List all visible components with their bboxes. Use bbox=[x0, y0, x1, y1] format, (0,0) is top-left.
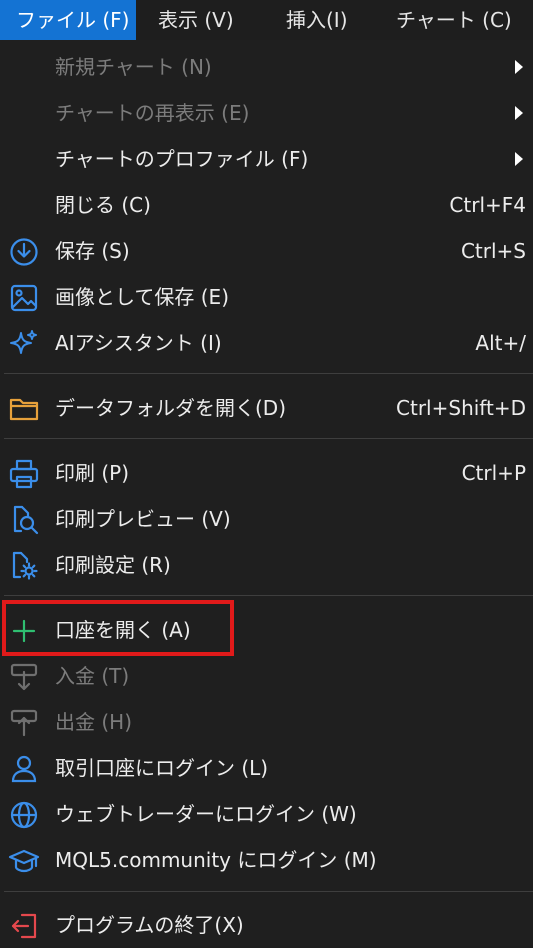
menu-item-label: プログラムの終了(X) bbox=[55, 913, 244, 937]
folder-icon bbox=[8, 393, 40, 425]
exit-icon bbox=[8, 910, 40, 942]
menu-item-login-trade-account[interactable]: 取引口座にログイン (L) bbox=[0, 745, 533, 791]
graduation-cap-icon bbox=[8, 845, 40, 877]
menu-separator bbox=[4, 891, 533, 892]
menu-item-deposit[interactable]: 入金 (T) bbox=[0, 653, 533, 699]
globe-icon bbox=[8, 799, 40, 831]
shortcut-label: Alt+/ bbox=[475, 331, 526, 355]
menu-separator bbox=[4, 595, 533, 596]
menubar-chart[interactable]: チャート (C) bbox=[380, 0, 530, 40]
menu-item-label: チャートのプロファイル (F) bbox=[55, 147, 309, 171]
file-menu-dropdown: 新規チャート (N) チャートの再表示 (E) チャートのプロファイル (F) … bbox=[0, 40, 533, 946]
shortcut-label: Ctrl+F4 bbox=[449, 193, 526, 217]
menu-item-label: 印刷プレビュー (V) bbox=[55, 507, 231, 531]
user-icon bbox=[8, 753, 40, 785]
submenu-arrow-icon bbox=[515, 152, 523, 166]
annotation-highlight-box bbox=[2, 600, 234, 656]
menu-item-close[interactable]: 閉じる (C) Ctrl+F4 bbox=[0, 182, 533, 228]
menu-item-print[interactable]: 印刷 (P) Ctrl+P bbox=[0, 450, 533, 496]
shortcut-label: Ctrl+P bbox=[461, 461, 526, 485]
save-icon bbox=[8, 236, 40, 268]
menu-item-chart-profiles[interactable]: チャートのプロファイル (F) bbox=[0, 136, 533, 182]
menu-item-label: 印刷設定 (R) bbox=[55, 553, 171, 577]
menu-item-label: 保存 (S) bbox=[55, 239, 130, 263]
withdraw-icon bbox=[8, 707, 40, 739]
printer-icon bbox=[8, 458, 40, 490]
menu-item-label: 画像として保存 (E) bbox=[55, 285, 229, 309]
menu-item-login-mql5-community[interactable]: MQL5.community にログイン (M) bbox=[0, 837, 533, 883]
menu-item-label: データフォルダを開く(D) bbox=[55, 396, 287, 420]
menu-item-ai-assistant[interactable]: AIアシスタント (I) Alt+/ bbox=[0, 320, 533, 366]
menu-item-withdraw[interactable]: 出金 (H) bbox=[0, 699, 533, 745]
menu-separator bbox=[4, 373, 533, 374]
menu-item-label: ウェブトレーダーにログイン (W) bbox=[55, 802, 357, 826]
print-preview-icon bbox=[8, 504, 40, 536]
menu-item-label: チャートの再表示 (E) bbox=[55, 101, 250, 125]
menu-item-login-web-trader[interactable]: ウェブトレーダーにログイン (W) bbox=[0, 791, 533, 837]
menu-item-open-data-folder[interactable]: データフォルダを開く(D) Ctrl+Shift+D bbox=[0, 385, 533, 431]
menu-separator bbox=[4, 438, 533, 439]
menu-item-print-preview[interactable]: 印刷プレビュー (V) bbox=[0, 496, 533, 542]
menu-bar: ファイル (F) 表示 (V) 挿入(I) チャート (C) bbox=[0, 0, 533, 40]
menu-item-label: 取引口座にログイン (L) bbox=[55, 756, 269, 780]
menu-item-new-chart[interactable]: 新規チャート (N) bbox=[0, 44, 533, 90]
menu-item-label: 出金 (H) bbox=[55, 710, 133, 734]
print-settings-icon bbox=[8, 550, 40, 582]
menubar-insert[interactable]: 挿入(I) bbox=[270, 0, 374, 40]
deposit-icon bbox=[8, 661, 40, 693]
menu-item-reopen-chart[interactable]: チャートの再表示 (E) bbox=[0, 90, 533, 136]
menu-item-label: MQL5.community にログイン (M) bbox=[55, 848, 377, 872]
submenu-arrow-icon bbox=[515, 106, 523, 120]
menu-item-save-as-image[interactable]: 画像として保存 (E) bbox=[0, 274, 533, 320]
menubar-file[interactable]: ファイル (F) bbox=[0, 0, 136, 40]
shortcut-label: Ctrl+S bbox=[460, 239, 526, 263]
menu-item-save[interactable]: 保存 (S) Ctrl+S bbox=[0, 228, 533, 274]
menu-item-label: 入金 (T) bbox=[55, 664, 130, 688]
menu-item-label: 印刷 (P) bbox=[55, 461, 130, 485]
menu-item-label: AIアシスタント (I) bbox=[55, 331, 222, 355]
sparkle-icon bbox=[8, 328, 40, 360]
menu-item-exit[interactable]: プログラムの終了(X) bbox=[0, 902, 533, 948]
image-icon bbox=[8, 282, 40, 314]
menu-item-label: 閉じる (C) bbox=[55, 193, 151, 217]
shortcut-label: Ctrl+Shift+D bbox=[396, 396, 526, 420]
menubar-view[interactable]: 表示 (V) bbox=[142, 0, 260, 40]
submenu-arrow-icon bbox=[515, 60, 523, 74]
menu-item-label: 新規チャート (N) bbox=[55, 55, 212, 79]
menu-item-print-settings[interactable]: 印刷設定 (R) bbox=[0, 542, 533, 588]
